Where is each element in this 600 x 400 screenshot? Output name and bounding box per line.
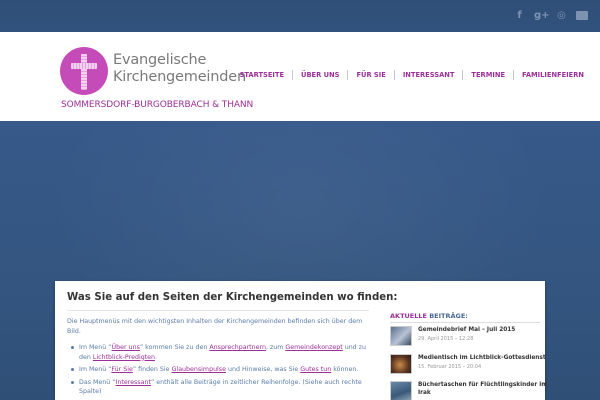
post-title-continued[interactable]: Irak xyxy=(418,390,431,396)
link-fuer-sie[interactable]: Für Sie xyxy=(111,366,132,373)
mail-icon[interactable] xyxy=(576,11,588,20)
recent-post[interactable]: Büchertaschen für Flüchtlingskinder im I… xyxy=(390,381,547,400)
heading-part-2: BEITRÄGE: xyxy=(426,312,468,320)
heading-part-1: AKTUELLE xyxy=(390,312,427,320)
sidebar-divider xyxy=(390,322,540,323)
list-item: Im Menü “Über uns” kommen Sie zu den Ans… xyxy=(71,343,371,362)
intro-text: Die Hauptmenüs mit den wichtigsten Inhal… xyxy=(67,318,363,335)
text: Im Menü “ xyxy=(79,344,112,351)
logo-cross-horizontal xyxy=(71,63,97,69)
nav-item-familienfeiern[interactable]: FAMILIENFEIERN xyxy=(514,71,592,79)
logo-cross-vertical xyxy=(81,54,87,90)
post-title[interactable]: Medientisch im Lichtblick-Gottesdienst xyxy=(418,355,546,361)
post-thumbnail[interactable] xyxy=(390,381,412,400)
link-gemeindekonzept[interactable]: Gemeindekonzept xyxy=(285,344,342,351)
post-thumbnail[interactable] xyxy=(390,326,412,346)
recent-post[interactable]: Medientisch im Lichtblick-Gottesdienst 1… xyxy=(390,354,546,376)
google-plus-icon[interactable]: g+ xyxy=(534,9,550,22)
nav-item-fuer-sie[interactable]: FÜR SIE xyxy=(348,71,393,79)
text: können. xyxy=(331,366,359,373)
recent-post[interactable]: Gemeindebrief Mai – Juli 2015 29. April … xyxy=(390,326,540,348)
nav-item-termine[interactable]: TERMINE xyxy=(463,71,513,79)
nav-item-interessant[interactable]: INTERESSANT xyxy=(395,71,463,79)
post-title[interactable]: Büchertaschen für Flüchtlingskinder im xyxy=(418,382,547,388)
top-bar: f g+ ◎ xyxy=(0,0,600,32)
recent-posts-heading: AKTUELLE BEITRÄGE: xyxy=(390,312,468,320)
site-title-line2: Kirchengemeinden xyxy=(113,69,246,85)
content-card: Was Sie auf den Seiten der Kirchengemein… xyxy=(55,281,547,400)
list-item: Das Menü “Interessant” enthält alle Beit… xyxy=(71,378,371,397)
text: Im Menü “ xyxy=(79,366,112,373)
text: , zum xyxy=(265,344,286,351)
link-interessant[interactable]: Interessant xyxy=(116,379,151,386)
post-date: 29. April 2015 – 12:28 xyxy=(418,336,474,342)
link-lichtblick-predigten[interactable]: Lichtblick-Predigten xyxy=(93,354,155,361)
text: und Hinweise, was Sie xyxy=(225,366,301,373)
site-header: Evangelische Kirchengemeinden SOMMERSDOR… xyxy=(0,32,600,121)
nav-item-ueber-uns[interactable]: ÜBER UNS xyxy=(293,71,347,79)
post-title[interactable]: Gemeindebrief Mai – Juli 2015 xyxy=(418,327,515,333)
link-ueber-uns[interactable]: Über uns xyxy=(112,344,140,351)
site-title-line1: Evangelische xyxy=(113,52,207,68)
post-date: 15. Februar 2015 – 20:04 xyxy=(418,364,482,370)
title-divider xyxy=(67,310,369,311)
facebook-icon[interactable]: f xyxy=(513,9,526,22)
link-gutes-tun[interactable]: Gutes tun xyxy=(300,366,331,373)
list-item: Im Menü “Für Sie” finden Sie Glaubensimp… xyxy=(71,365,371,375)
menu-hints-list: Im Menü “Über uns” kommen Sie zu den Ans… xyxy=(71,343,371,400)
site-title[interactable]: Evangelische Kirchengemeinden xyxy=(113,52,246,86)
link-glaubensimpulse[interactable]: Glaubensimpulse xyxy=(172,366,226,373)
site-subtitle: SOMMERSDORF-BURGOBERBACH & THANN xyxy=(61,100,254,110)
nav-item-startseite[interactable]: STARTSEITE xyxy=(232,71,292,79)
instagram-icon[interactable]: ◎ xyxy=(555,9,568,22)
text: Das Menü “ xyxy=(79,378,116,386)
text: . xyxy=(155,353,158,361)
text: ” finden Sie xyxy=(132,366,172,373)
text: ” kommen Sie zu den xyxy=(139,344,210,351)
page-title: Was Sie auf den Seiten der Kirchengemein… xyxy=(67,292,398,303)
social-links: f g+ ◎ xyxy=(513,9,588,22)
main-nav: STARTSEITE ÜBER UNS FÜR SIE INTERESSANT … xyxy=(232,70,592,80)
link-ansprechpartnern[interactable]: Ansprechpartnern xyxy=(209,344,266,351)
post-thumbnail[interactable] xyxy=(390,354,412,374)
